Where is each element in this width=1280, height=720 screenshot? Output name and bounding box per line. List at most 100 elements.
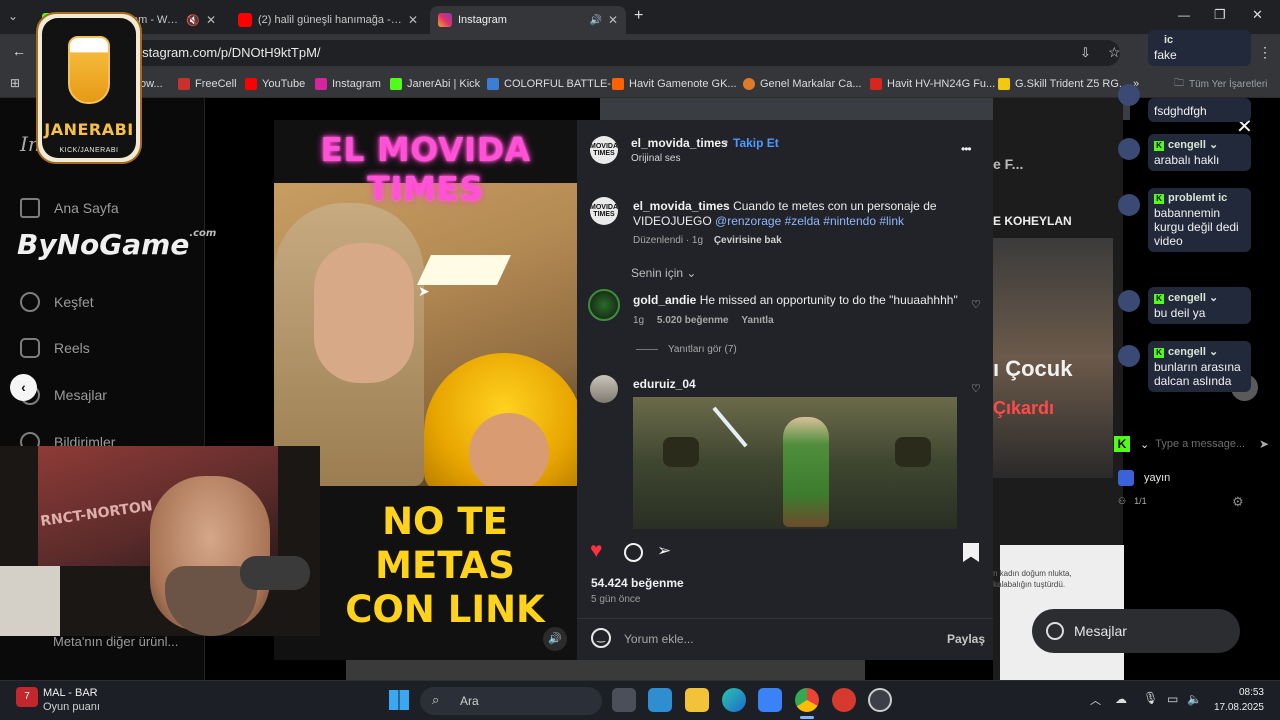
share-comment-button[interactable]: Paylaş <box>947 632 985 646</box>
author-avatar[interactable]: MOVIDA TIMES <box>590 197 618 225</box>
comment-username[interactable]: gold_andie <box>633 293 696 307</box>
speaker-icon[interactable]: 🔊 <box>589 15 601 26</box>
back-arrow-icon[interactable]: ← <box>12 43 26 59</box>
tab-search-icon[interactable]: ⌄ <box>8 9 18 23</box>
install-app-icon[interactable]: ⇩ <box>1080 45 1091 61</box>
tab-youtube[interactable]: (2) halil güneşli hanımağa - You ✕ <box>230 6 426 34</box>
chat-username-row: Kcengell ⌄ <box>1154 138 1245 151</box>
chat-input-row: K ⌄ Type a message... ➤ <box>1114 432 1269 456</box>
bookmark-item[interactable]: YouTube <box>245 75 305 93</box>
app-icon[interactable] <box>868 688 892 712</box>
sponsor-suffix: .com <box>189 228 217 239</box>
send-icon[interactable]: ➤ <box>1259 437 1269 451</box>
apps-grid-icon[interactable]: ⊞ <box>10 76 20 90</box>
store-icon[interactable] <box>758 688 782 712</box>
bookmark-item[interactable]: G.Skill Trident Z5 RG... <box>998 75 1128 93</box>
task-view-icon[interactable] <box>612 688 636 712</box>
comment-input[interactable]: Yorum ekle... <box>624 632 924 646</box>
share-send-icon[interactable]: ➢ <box>657 541 671 561</box>
volume-icon[interactable]: 🔈 <box>1187 692 1202 706</box>
microphone-shape <box>240 556 310 590</box>
audio-label[interactable]: Orijinal ses <box>631 153 680 164</box>
muted-icon[interactable]: 🔇 <box>186 14 200 27</box>
bookmark-item[interactable]: FreeCell <box>178 75 237 93</box>
emoji-icon[interactable]: ‿ <box>591 628 611 648</box>
edge-icon[interactable] <box>722 688 746 712</box>
previous-post-button[interactable]: ‹ <box>10 374 37 401</box>
sidebar-item-home[interactable]: Ana Sayfa <box>20 196 119 220</box>
caption-tags[interactable]: @renzorage #zelda #nintendo #link <box>715 214 904 228</box>
microphone-icon[interactable]: 🎙 <box>1143 691 1158 705</box>
bookmark-item[interactable]: ow... <box>140 75 163 93</box>
bookmark-item[interactable]: Instagram <box>315 75 381 93</box>
meta-products-link[interactable]: Meta'nın diğer ürünl... <box>53 634 178 649</box>
weather-widget[interactable]: 7 MAL - BAR Oyun puanı <box>16 685 126 717</box>
chat-viewer-row: yayın <box>1118 470 1170 486</box>
instagram-icon <box>315 78 327 90</box>
comment-like-heart-icon[interactable]: ♡ <box>971 382 982 395</box>
bookmark-item[interactable]: Genel Markalar Ca... <box>743 75 861 93</box>
author-avatar[interactable]: MOVIDA TIMES <box>590 136 618 164</box>
close-icon[interactable]: ✕ <box>608 13 618 27</box>
bookmark-item[interactable]: JanerAbi | Kick <box>390 75 480 93</box>
site-icon <box>870 78 882 90</box>
sidebar-item-explore[interactable]: Keşfet <box>20 290 94 314</box>
chevron-up-icon[interactable]: ︿ <box>1090 692 1101 708</box>
chat-text: bu deil ya <box>1154 306 1206 320</box>
cloud-icon[interactable]: ☁ <box>1115 692 1127 706</box>
comment-username[interactable]: eduruiz_04 <box>633 377 696 391</box>
file-explorer-icon[interactable] <box>685 688 709 712</box>
bookmark-label: G.Skill Trident Z5 RG... <box>1015 78 1129 90</box>
translate-link[interactable]: Çevirisine bak <box>714 235 782 246</box>
bookmark-item[interactable]: COLORFUL BATTLE-... <box>487 75 620 93</box>
chat-input[interactable]: Type a message... <box>1155 438 1253 450</box>
clock-time[interactable]: 08:53 <box>1222 687 1264 698</box>
commenter-avatar[interactable] <box>590 375 618 403</box>
minimize-button[interactable]: — <box>1178 8 1190 22</box>
close-window-button[interactable]: ✕ <box>1252 7 1263 23</box>
maximize-button[interactable]: ❐ <box>1214 7 1226 23</box>
view-replies-button[interactable]: Yanıtları gör (7) <box>636 344 737 355</box>
commenter-avatar[interactable] <box>588 289 620 321</box>
url-input[interactable]: instagram.com/p/DNOtH9ktTpM/ <box>70 40 1120 66</box>
chat-avatar <box>1118 345 1140 367</box>
author-username[interactable]: el_movida_times <box>631 136 728 150</box>
comment-sort-dropdown[interactable]: Senin için ⌄ <box>631 266 696 280</box>
speaker-icon[interactable]: 🔊 <box>543 627 567 651</box>
app-icon[interactable] <box>832 688 856 712</box>
more-options-button[interactable]: ••• <box>961 142 972 156</box>
chat-username: ic <box>1164 34 1174 46</box>
bookmark-item[interactable]: Havit HV-HN24G Fu... <box>870 75 995 93</box>
network-icon[interactable]: ▭ <box>1167 692 1178 706</box>
taskbar-search[interactable]: ⌕ Ara <box>420 687 602 715</box>
gear-icon[interactable]: ⚙ <box>1232 494 1244 510</box>
windows-start-icon[interactable] <box>389 690 409 710</box>
comment-likes[interactable]: 5.020 beğenme <box>657 315 729 326</box>
chrome-menu-icon[interactable]: ⋮ <box>1258 44 1272 61</box>
chat-text: arabalı haklı <box>1154 153 1220 167</box>
like-heart-icon[interactable]: ♥ <box>590 539 602 563</box>
chat-avatar <box>1118 194 1140 216</box>
all-bookmarks-button[interactable]: 🗀 Tüm Yer İşaretleri <box>1174 75 1267 93</box>
comment-like-heart-icon[interactable]: ♡ <box>971 298 982 311</box>
bookmark-star-icon[interactable]: ☆ <box>1108 44 1121 61</box>
new-tab-button[interactable]: + <box>634 7 643 25</box>
follow-button[interactable]: Takip Et <box>733 136 779 150</box>
chrome-icon[interactable] <box>795 688 819 712</box>
chevron-down-icon[interactable]: ⌄ <box>1140 438 1149 451</box>
likes-count[interactable]: 54.424 beğenme <box>591 576 684 590</box>
reply-button[interactable]: Yanıtla <box>741 315 773 326</box>
weather-subtitle: Oyun puanı <box>43 701 100 713</box>
messages-floating-button[interactable]: Mesajlar <box>1032 609 1240 653</box>
tab-instagram[interactable]: Instagram 🔊 ✕ <box>430 6 626 34</box>
comment-gif-image[interactable] <box>633 397 957 529</box>
sidebar-item-reels[interactable]: Reels <box>20 336 90 360</box>
bookmark-item[interactable]: Havit Gamenote GK... <box>612 75 737 93</box>
close-icon[interactable]: ✕ <box>206 13 216 27</box>
tab-title: Instagram <box>458 14 507 26</box>
comment-icon[interactable] <box>624 543 643 562</box>
caption-author[interactable]: el_movida_times <box>633 199 730 213</box>
clock-date[interactable]: 17.08.2025 <box>1210 702 1264 713</box>
close-icon[interactable]: ✕ <box>408 13 418 27</box>
widgets-icon[interactable] <box>648 688 672 712</box>
